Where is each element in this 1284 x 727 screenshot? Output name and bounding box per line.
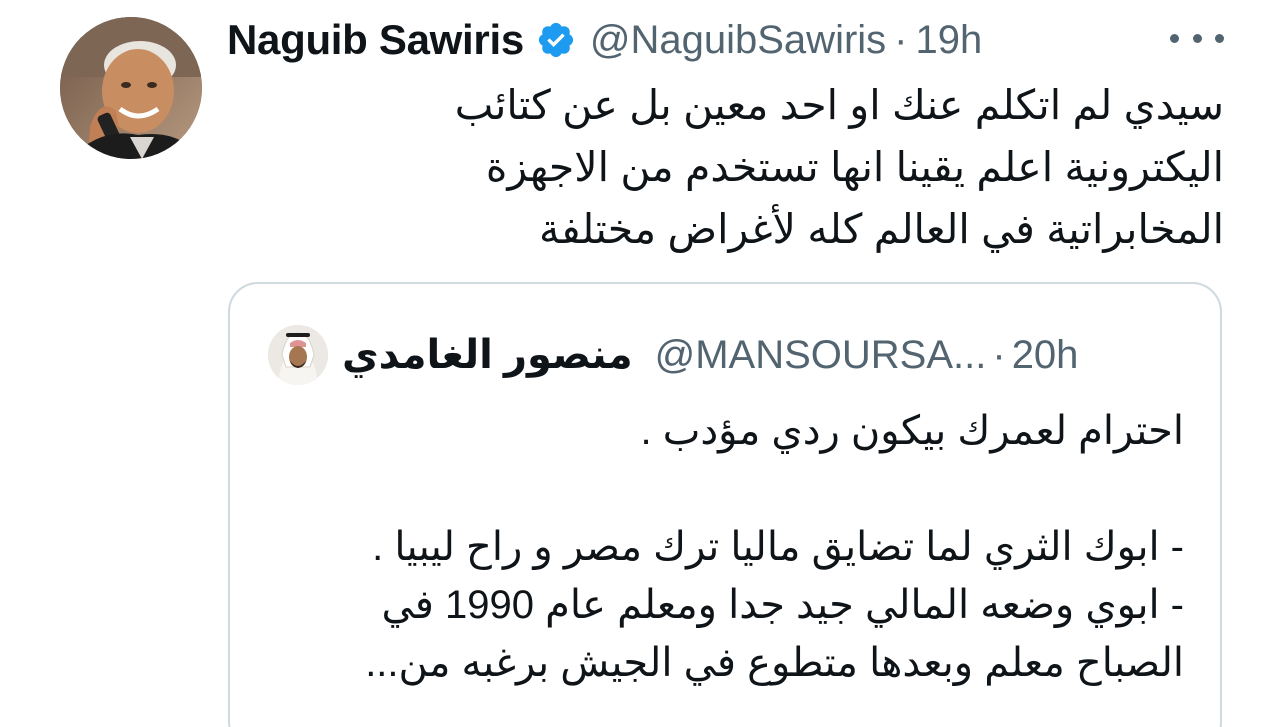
quoted-author-avatar-image bbox=[268, 325, 328, 385]
tweet-text-line: سيدي لم اتكلم عنك او احد معين بل عن كتائ… bbox=[454, 82, 1224, 128]
tweet-header: Naguib Sawiris @NaguibSawiris · 19h bbox=[227, 12, 982, 68]
quoted-text-line: - ابوك الثري لما تضايق ماليا ترك مصر و ر… bbox=[372, 525, 1184, 569]
author-avatar-image bbox=[60, 17, 202, 159]
quoted-tweet-header: منصور الغامدي @MANSOURSA... · 20h bbox=[342, 328, 1078, 382]
quoted-text-line: احترام لعمرك بيكون ردي مؤدب . bbox=[640, 409, 1184, 453]
quoted-tweet-timestamp[interactable]: 20h bbox=[1012, 333, 1079, 378]
author-display-name[interactable]: Naguib Sawiris bbox=[227, 16, 524, 64]
quoted-tweet-card[interactable]: منصور الغامدي @MANSOURSA... · 20h احترام… bbox=[228, 282, 1222, 727]
quoted-header-separator: · bbox=[992, 332, 1006, 377]
quoted-text-line: الصباح معلم وبعدها متطوع في الجيش برغبه … bbox=[365, 641, 1184, 685]
more-dot bbox=[1215, 33, 1224, 43]
quoted-author-handle[interactable]: @MANSOURSA... bbox=[655, 333, 987, 378]
quoted-author-display-name[interactable]: منصور الغامدي bbox=[342, 332, 633, 378]
more-dot bbox=[1192, 33, 1202, 43]
tweet-text-line: المخابراتية في العالم كله لأغراض مختلفة bbox=[539, 206, 1224, 252]
quoted-text-line: - ابوي وضعه المالي جيد جدا ومعلم عام 199… bbox=[381, 583, 1184, 627]
author-avatar[interactable] bbox=[60, 17, 202, 159]
tweet-timestamp[interactable]: 19h bbox=[916, 18, 983, 63]
quoted-tweet-text: احترام لعمرك بيكون ردي مؤدب . - ابوك الث… bbox=[260, 402, 1184, 692]
tweet-text: سيدي لم اتكلم عنك او احد معين بل عن كتائ… bbox=[300, 74, 1224, 260]
tweet[interactable]: Naguib Sawiris @NaguibSawiris · 19h سيدي… bbox=[0, 0, 1284, 727]
quoted-text-line bbox=[260, 460, 1184, 518]
verified-badge-icon bbox=[536, 20, 576, 60]
header-separator: · bbox=[894, 17, 908, 62]
quoted-author-avatar bbox=[268, 325, 328, 385]
author-handle[interactable]: @NaguibSawiris bbox=[590, 18, 886, 63]
tweet-text-line: اليكترونية اعلم يقينا انها تستخدم من الا… bbox=[485, 144, 1224, 190]
more-horizontal-icon[interactable] bbox=[1170, 20, 1224, 56]
more-dot bbox=[1170, 33, 1179, 43]
